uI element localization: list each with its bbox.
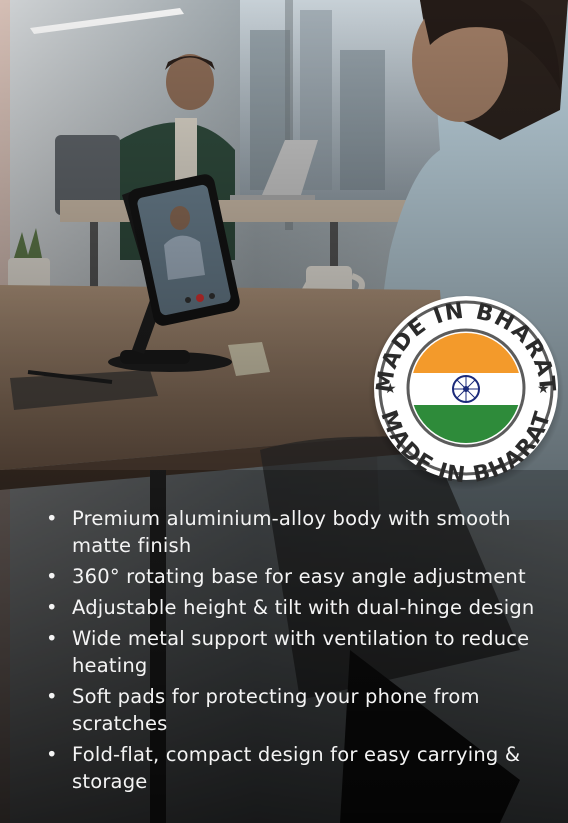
feature-item: • Wide metal support with ventilation to …	[46, 627, 530, 677]
feature-item: • Adjustable height & tilt with dual-hing…	[46, 596, 535, 619]
made-in-bharat-badge: ★ ★ MADE IN BHARAT MADE IN BHARAT	[372, 296, 558, 489]
feature-item: • Fold-flat, compact design for easy carr…	[46, 743, 521, 793]
feature-item: • 360° rotating base for easy angle adjus…	[46, 565, 526, 588]
feature-item: • Soft pads for protecting your phone fro…	[46, 685, 480, 735]
feature-item: • Premium aluminium-alloy body with smoot…	[46, 507, 511, 557]
feature-list: • Premium aluminium-alloy body with smoot…	[30, 505, 550, 799]
product-scene: ★ ★ MADE IN BHARAT MADE IN BHARAT • Premi…	[0, 0, 568, 823]
